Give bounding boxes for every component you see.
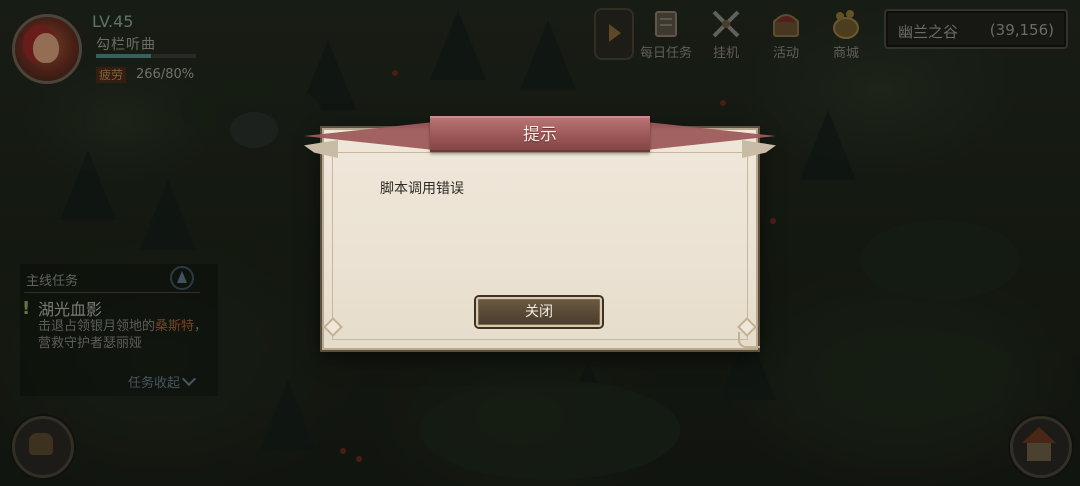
dialog-flourish bbox=[738, 332, 760, 348]
close-button[interactable]: 关闭 bbox=[476, 297, 602, 327]
dialog-message: 脚本调用错误 bbox=[380, 181, 464, 197]
dialog-title: 提示 bbox=[523, 125, 557, 145]
